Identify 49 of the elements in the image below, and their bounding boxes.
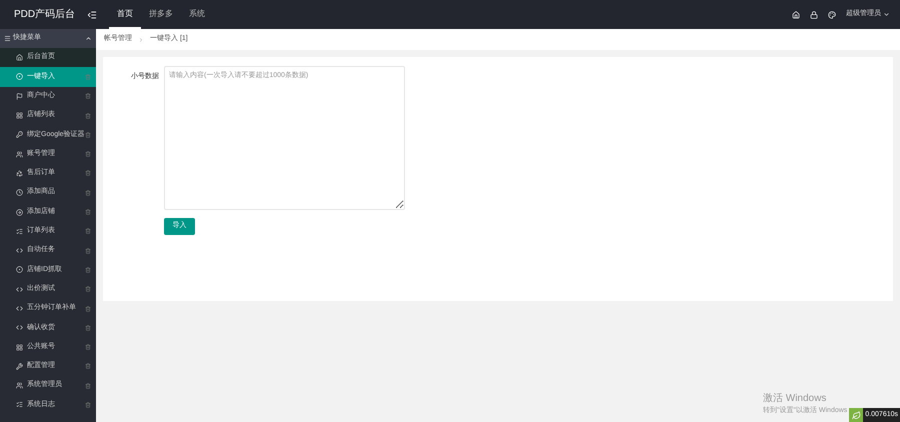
nav-tab[interactable]: 拼多多 <box>141 0 181 29</box>
trash-icon[interactable] <box>85 209 91 216</box>
trash-icon[interactable] <box>85 112 91 119</box>
trash-icon[interactable] <box>85 132 91 138</box>
sidebar-toggle-icon[interactable] <box>87 10 97 20</box>
circle-icon <box>16 73 23 80</box>
clock-icon <box>16 189 23 196</box>
home-icon[interactable] <box>792 10 800 18</box>
wrench-icon <box>16 362 23 370</box>
nav-tab[interactable]: 系统 <box>181 0 213 29</box>
leaf-icon <box>852 410 861 420</box>
arrow-circle-icon <box>16 208 23 216</box>
caret-icon <box>883 11 890 18</box>
key-icon <box>16 131 23 138</box>
list-icon <box>16 228 23 235</box>
code-icon <box>16 305 23 312</box>
list-icon <box>16 401 23 408</box>
trash-icon[interactable] <box>85 266 91 273</box>
app-title: PDD产码后台 <box>13 8 76 22</box>
trash-icon[interactable] <box>85 306 91 312</box>
users-icon <box>16 150 23 158</box>
trash-icon[interactable] <box>85 248 91 254</box>
grid-icon <box>16 344 23 351</box>
chevron-icon <box>138 36 144 42</box>
activation-title: 激活 Windows <box>762 392 828 406</box>
code-icon <box>16 247 23 254</box>
trash-icon[interactable] <box>85 286 91 292</box>
trash-icon[interactable] <box>85 382 91 389</box>
trash-icon[interactable] <box>85 170 91 176</box>
code-icon <box>16 324 23 332</box>
trash-icon[interactable] <box>85 402 91 408</box>
trash-icon[interactable] <box>85 190 91 196</box>
users-icon <box>16 382 23 390</box>
trash-icon[interactable] <box>85 93 91 100</box>
menu-icon <box>4 35 11 42</box>
flag-icon <box>16 92 23 100</box>
code-icon <box>16 286 23 293</box>
palette-icon[interactable] <box>828 10 836 18</box>
trash-icon[interactable] <box>85 324 91 331</box>
caret-icon <box>85 35 92 42</box>
trash-icon[interactable] <box>85 363 91 370</box>
grid-icon <box>16 112 23 120</box>
trash-icon[interactable] <box>85 344 91 350</box>
home-icon <box>16 54 23 62</box>
trash-icon[interactable] <box>85 228 91 234</box>
lock-icon[interactable] <box>810 10 818 18</box>
trash-icon[interactable] <box>85 151 91 158</box>
recycle-icon <box>16 170 23 177</box>
circle-icon <box>16 266 23 274</box>
